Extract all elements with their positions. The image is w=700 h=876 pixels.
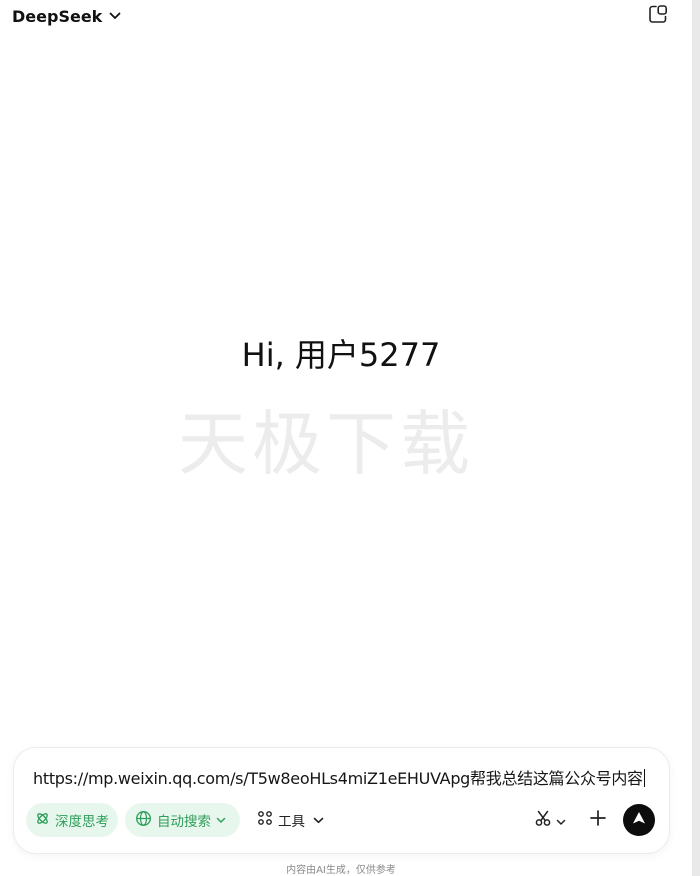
chevron-down-icon xyxy=(109,12,121,20)
chevron-down-icon xyxy=(216,812,226,828)
model-name: DeepSeek xyxy=(12,6,103,26)
model-selector[interactable]: DeepSeek xyxy=(12,4,121,28)
deep-think-label: 深度思考 xyxy=(55,814,109,830)
scrollbar-track[interactable] xyxy=(692,0,700,876)
auto-search-label: 自动搜索 xyxy=(157,814,211,830)
watermark: 天极下载 xyxy=(178,403,474,485)
scissors-dropdown-button[interactable] xyxy=(528,806,572,834)
plus-icon xyxy=(589,809,607,831)
deep-think-icon xyxy=(35,811,50,830)
add-attachment-button[interactable] xyxy=(584,806,612,834)
text-caret xyxy=(643,769,646,787)
deep-think-toggle[interactable]: 深度思考 xyxy=(26,803,118,837)
send-button[interactable] xyxy=(623,804,655,836)
new-chat-icon xyxy=(647,3,669,29)
tools-grid-icon xyxy=(257,810,273,830)
tools-dropdown[interactable]: 工具 xyxy=(250,803,336,837)
globe-icon xyxy=(135,810,152,831)
scissors-icon xyxy=(534,809,552,831)
chevron-down-icon xyxy=(556,811,566,830)
message-input[interactable]: https://mp.weixin.qq.com/s/T5w8eoHLs4miZ… xyxy=(33,765,646,789)
send-arrow-icon xyxy=(631,810,647,830)
auto-search-dropdown[interactable]: 自动搜索 xyxy=(125,803,240,837)
top-bar: DeepSeek xyxy=(0,0,692,32)
tools-label: 工具 xyxy=(278,814,305,830)
chevron-down-icon xyxy=(313,812,324,828)
new-chat-button[interactable] xyxy=(646,4,670,28)
greeting-title: Hi, 用户5277 xyxy=(241,336,441,374)
chat-composer: https://mp.weixin.qq.com/s/T5w8eoHLs4miZ… xyxy=(14,748,669,853)
message-input-value: https://mp.weixin.qq.com/s/T5w8eoHLs4miZ… xyxy=(33,769,643,788)
ai-disclaimer: 内容由AI生成，仅供参考 xyxy=(286,865,396,876)
